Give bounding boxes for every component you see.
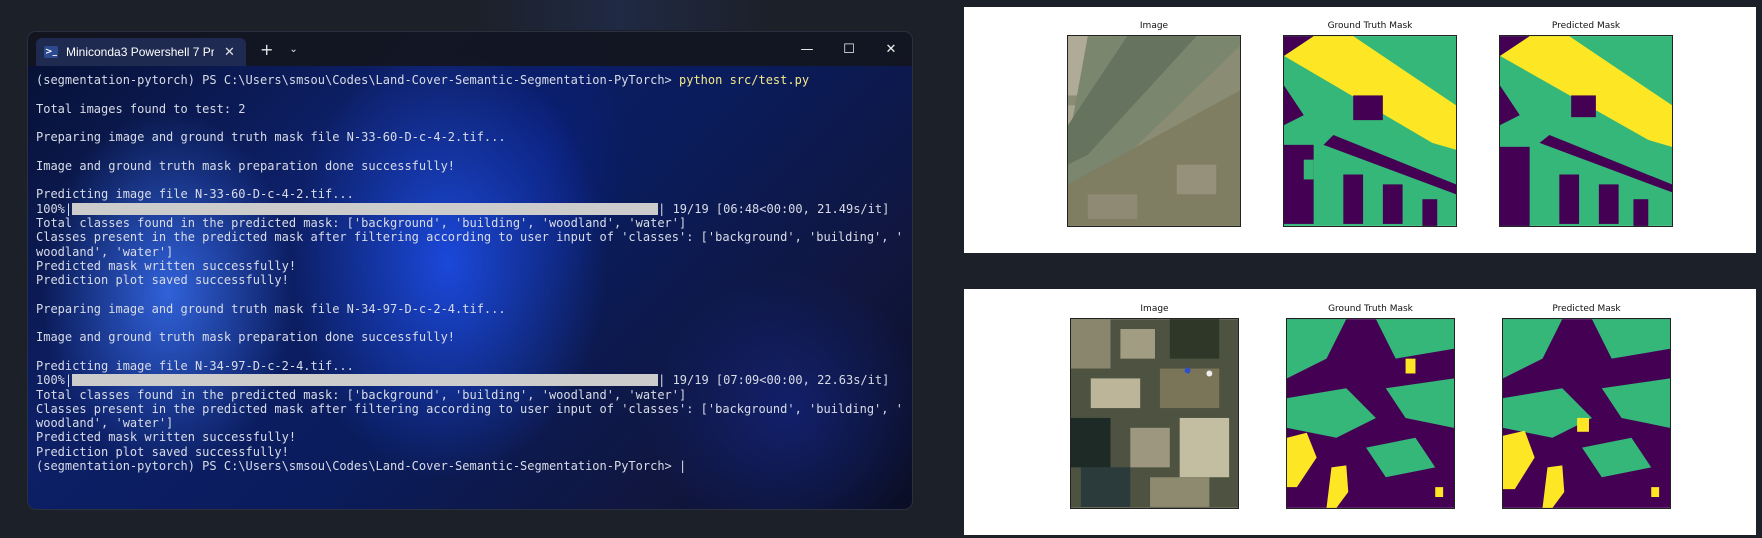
subplot-predicted: Predicted Mask [1499,21,1673,227]
prompt-line: (segmentation-pytorch) PS C:\Users\smsou… [36,459,912,473]
close-tab-icon[interactable]: ✕ [224,45,235,60]
output-line: Image and ground truth mask preparation … [36,158,456,173]
progress-line: 100%| | 19/19 [07:09<00:00, 22.63s/it] [36,373,912,387]
prediction-plot-1: Image Ground Truth Mask Predicted Mask [964,7,1756,253]
predicted-mask [1499,35,1673,227]
new-tab-button[interactable]: + [260,40,273,59]
output-line: Total classes found in the predicted mas… [36,387,687,402]
terminal-tab[interactable]: >_ Miniconda3 Powershell 7 Prompt ✕ [36,38,246,66]
text-cursor: | [679,459,687,474]
output-line: Total classes found in the predicted mas… [36,215,687,230]
output-line: Preparing image and ground truth mask fi… [36,130,506,145]
output-line: Preparing image and ground truth mask fi… [36,301,506,316]
prompt-line: (segmentation-pytorch) PS C:\Users\smsou… [36,73,912,87]
subplot-title: Ground Truth Mask [1328,304,1413,314]
terminal-output[interactable]: (segmentation-pytorch) PS C:\Users\smsou… [28,66,912,473]
output-line: woodland', 'water'] [36,244,174,259]
output-line: Total images found to test: 2 [36,101,246,116]
progress-bar [72,202,659,215]
output-line: woodland', 'water'] [36,416,174,431]
output-line: Predicted mask written successfully! [36,258,297,273]
command-text: python src/test.py [679,73,810,87]
chevron-down-icon[interactable]: ⌄ [289,44,297,55]
output-line: Image and ground truth mask preparation … [36,330,456,345]
prediction-plot-2: Image Ground Truth Mask Predicted Mask [964,289,1756,535]
output-line: Classes present in the predicted mask af… [36,230,903,245]
output-line: Predicting image file N-34-97-D-c-2-4.ti… [36,358,354,373]
subplot-image: Image [1070,304,1239,509]
progress-percent: 100%| [36,373,73,388]
subplot-ground-truth: Ground Truth Mask [1286,304,1455,509]
minimize-button[interactable]: — [786,32,828,66]
output-line: Prediction plot saved successfully! [36,444,289,459]
progress-stats: | 19/19 [06:48<00:00, 21.49s/it] [658,201,890,216]
subplot-title: Image [1139,21,1169,31]
tab-title: Miniconda3 Powershell 7 Prompt [66,45,214,59]
desktop-background [470,0,770,30]
progress-line: 100%| | 19/19 [06:48<00:00, 21.49s/it] [36,202,912,216]
ground-truth-mask [1283,35,1457,227]
terminal-window[interactable]: >_ Miniconda3 Powershell 7 Prompt ✕ + ⌄ … [28,32,912,509]
satellite-image [1067,35,1241,227]
subplot-image: Image [1067,21,1241,227]
output-line: Classes present in the predicted mask af… [36,401,903,416]
subplot-title: Image [1140,304,1169,314]
progress-percent: 100%| [36,201,73,216]
satellite-image [1070,318,1239,509]
progress-stats: | 19/19 [07:09<00:00, 22.63s/it] [658,373,890,388]
output-line: Predicted mask written successfully! [36,430,297,445]
output-line: Prediction plot saved successfully! [36,273,289,288]
prompt-text: (segmentation-pytorch) PS C:\Users\smsou… [36,73,679,87]
subplot-predicted: Predicted Mask [1502,304,1671,509]
subplot-title: Predicted Mask [1551,21,1621,31]
ground-truth-mask [1286,318,1455,509]
subplot-ground-truth: Ground Truth Mask [1283,21,1457,227]
subplot-title: Predicted Mask [1552,304,1621,314]
maximize-button[interactable]: ☐ [828,32,870,66]
subplot-title: Ground Truth Mask [1327,21,1413,31]
close-window-button[interactable]: ✕ [870,32,912,66]
powershell-icon: >_ [44,46,58,58]
predicted-mask [1502,318,1671,509]
terminal-titlebar[interactable]: >_ Miniconda3 Powershell 7 Prompt ✕ + ⌄ … [28,32,912,66]
output-line: Predicting image file N-33-60-D-c-4-2.ti… [36,187,354,202]
progress-bar [72,374,659,387]
prompt-text: (segmentation-pytorch) PS C:\Users\smsou… [36,459,679,474]
